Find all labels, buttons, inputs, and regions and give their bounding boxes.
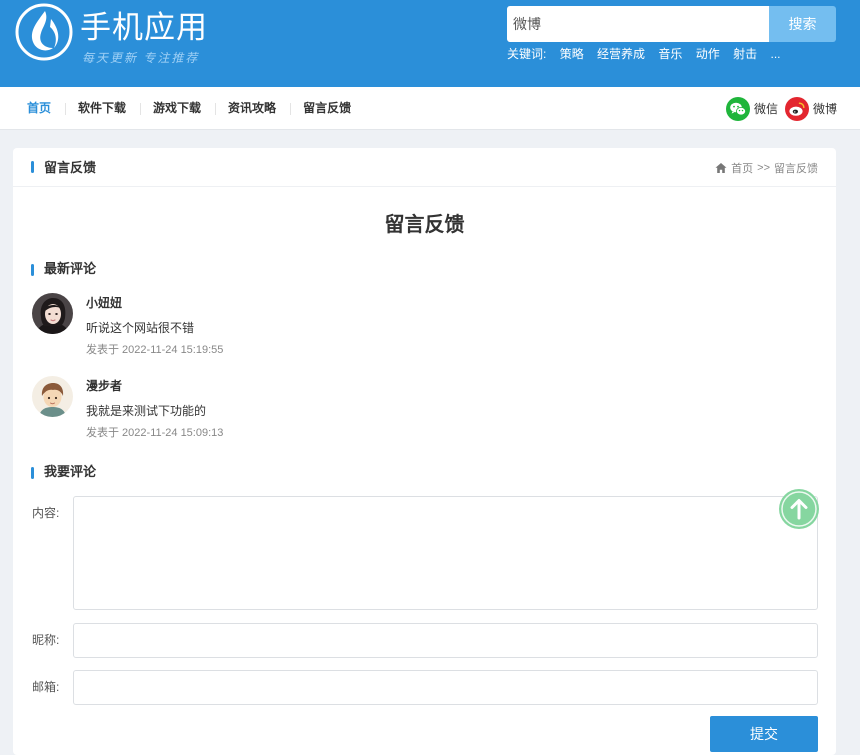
weibo-label: 微博 <box>812 102 837 116</box>
content-textarea[interactable] <box>73 496 818 610</box>
home-icon <box>715 162 727 174</box>
nav-list: 首页 软件下载 游戏下载 资讯攻略 留言反馈 <box>27 87 365 130</box>
nav-item-software[interactable]: 软件下载 <box>78 87 126 130</box>
search-input[interactable] <box>507 6 769 42</box>
latest-comments-title: 最新评论 <box>44 261 97 276</box>
commenter-avatar <box>32 376 73 417</box>
card-title: 留言反馈 <box>44 160 97 175</box>
nav-item-home[interactable]: 首页 <box>27 87 51 130</box>
breadcrumb-home-link[interactable]: 首页 <box>731 160 753 176</box>
flame-logo-icon <box>14 2 74 62</box>
comment-timestamp: 发表于 2022-11-24 15:19:55 <box>86 344 224 356</box>
wechat-link[interactable]: 微信 <box>725 96 778 121</box>
page-title: 留言反馈 <box>384 214 465 236</box>
nickname-input[interactable] <box>73 623 818 658</box>
nickname-label: 昵称: <box>32 633 60 647</box>
site-header: 手机应用 每天更新 专注推荐 搜索 关键词: 策略 经营养成 音乐 动作 射击 … <box>0 0 860 87</box>
nav-item-news[interactable]: 资讯攻略 <box>228 87 276 130</box>
comment-author: 漫步者 <box>86 379 123 393</box>
site-slogan: 每天更新 专注推荐 <box>82 51 200 65</box>
keywords-more-link[interactable]: ... <box>770 47 780 61</box>
arrow-up-icon <box>779 489 819 529</box>
section-accent-bar <box>31 467 34 479</box>
submit-button[interactable]: 提交 <box>710 716 818 752</box>
section-accent-bar <box>31 264 34 276</box>
keyword-link[interactable]: 射击 <box>733 47 757 61</box>
email-input[interactable] <box>73 670 818 705</box>
nav-item-feedback[interactable]: 留言反馈 <box>303 87 351 130</box>
commenter-avatar <box>32 293 73 334</box>
keywords-label: 关键词: <box>507 47 547 61</box>
search-button[interactable]: 搜索 <box>769 6 836 42</box>
comment-item: 漫步者 我就是来测试下功能的 发表于 2022-11-24 15:09:13 <box>32 376 732 440</box>
social-links: 微信 微博 <box>719 87 837 130</box>
keyword-link[interactable]: 经营养成 <box>597 47 645 61</box>
wechat-label: 微信 <box>753 102 778 116</box>
nav-item-games[interactable]: 游戏下载 <box>153 87 201 130</box>
feedback-card: 留言反馈 首页 >> 留言反馈 留言反馈 最新评论 小妞妞 听说这个网站很不错 … <box>13 148 836 755</box>
breadcrumb: 首页 >> 留言反馈 <box>715 148 818 187</box>
weibo-link[interactable]: 微博 <box>784 96 837 121</box>
comment-author: 小妞妞 <box>86 296 123 310</box>
hot-keywords: 关键词: 策略 经营养成 音乐 动作 射击 ... <box>507 46 791 62</box>
main-nav: 首页 软件下载 游戏下载 资讯攻略 留言反馈 微信 微博 <box>0 87 860 130</box>
site-title: 手机应用 <box>80 10 208 45</box>
keyword-link[interactable]: 音乐 <box>658 47 682 61</box>
card-header: 留言反馈 首页 >> 留言反馈 <box>13 148 836 187</box>
keyword-link[interactable]: 动作 <box>696 47 720 61</box>
comment-item: 小妞妞 听说这个网站很不错 发表于 2022-11-24 15:19:55 <box>32 293 732 357</box>
wechat-icon <box>725 96 750 121</box>
back-to-top-button[interactable] <box>779 489 819 529</box>
comment-text: 听说这个网站很不错 <box>86 321 195 335</box>
comment-form-title: 我要评论 <box>44 464 97 479</box>
breadcrumb-current: 留言反馈 <box>774 162 818 175</box>
breadcrumb-separator: >> <box>757 161 770 174</box>
email-label: 邮箱: <box>32 680 60 694</box>
keyword-link[interactable]: 策略 <box>560 47 584 61</box>
comment-timestamp: 发表于 2022-11-24 15:09:13 <box>86 427 224 439</box>
comment-text: 我就是来测试下功能的 <box>86 404 207 418</box>
logo-link[interactable]: 手机应用 每天更新 专注推荐 <box>0 0 220 87</box>
content-label: 内容: <box>32 506 60 520</box>
title-accent-bar <box>31 161 34 173</box>
weibo-icon <box>784 96 809 121</box>
